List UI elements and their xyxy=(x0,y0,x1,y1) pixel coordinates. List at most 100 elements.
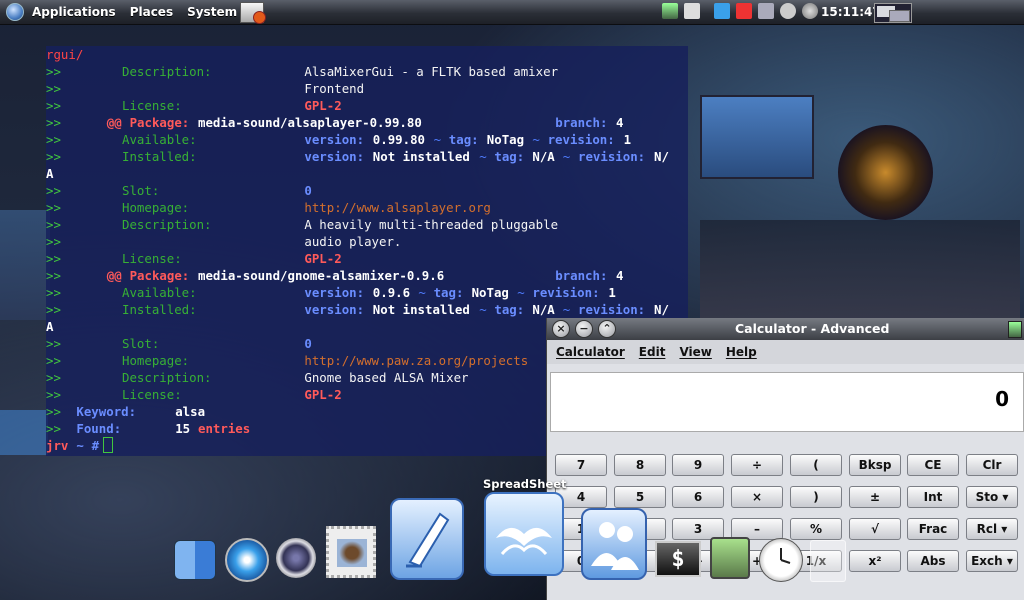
terminal-path: rgui/ xyxy=(46,47,84,62)
calc-key[interactable]: Abs xyxy=(907,550,959,572)
calc-key[interactable]: CE xyxy=(907,454,959,476)
calc-key[interactable]: 7 xyxy=(555,454,607,476)
calc-key[interactable]: Rcl ▾ xyxy=(966,518,1018,540)
menu-places[interactable]: Places xyxy=(130,5,173,19)
terminal-text: >> xyxy=(46,183,61,198)
menu-help[interactable]: Help xyxy=(726,345,757,359)
terminal-text: 15 xyxy=(175,421,191,436)
terminal-text: >> xyxy=(46,251,61,266)
terminal-cursor[interactable] xyxy=(103,437,114,453)
trash-icon[interactable] xyxy=(810,540,846,582)
terminal-line: >> License: GPL-2 xyxy=(46,97,688,114)
calc-key[interactable]: ( xyxy=(790,454,842,476)
terminal-text: revision: xyxy=(547,132,615,147)
calc-key[interactable]: Clr xyxy=(966,454,1018,476)
calc-key[interactable]: 6 xyxy=(672,486,724,508)
maximize-icon[interactable]: ⌃ xyxy=(598,320,616,338)
calc-key[interactable]: Sto ▾ xyxy=(966,486,1018,508)
menu-system[interactable]: System xyxy=(187,5,237,19)
terminal-text: Found: xyxy=(76,421,122,436)
calculator-display[interactable]: 0 xyxy=(550,372,1024,432)
terminal-text: alsa xyxy=(175,404,206,419)
terminal-text: >> xyxy=(46,285,61,300)
terminal-line: >> Frontend xyxy=(46,80,688,97)
calc-key[interactable]: x² xyxy=(849,550,901,572)
minimize-icon[interactable]: − xyxy=(575,320,593,338)
menu-applications[interactable]: Applications xyxy=(32,5,116,19)
workspace-switcher[interactable] xyxy=(874,3,912,23)
menu-calculator[interactable]: Calculator xyxy=(556,345,625,359)
screenshot-launcher-icon[interactable] xyxy=(240,2,266,24)
safari-icon[interactable] xyxy=(225,538,269,582)
mail-stamp-icon[interactable] xyxy=(326,526,376,578)
finder-icon[interactable] xyxy=(174,540,216,580)
writer-icon[interactable] xyxy=(390,498,464,580)
terminal-text: tag: xyxy=(448,132,479,147)
terminal-text: A xyxy=(46,166,54,181)
calc-key[interactable]: ÷ xyxy=(731,454,783,476)
calc-key[interactable]: Bksp xyxy=(849,454,901,476)
terminal-text: ~ xyxy=(433,132,442,147)
terminal-line: >> License: GPL-2 xyxy=(46,250,688,267)
menu-edit[interactable]: Edit xyxy=(639,345,666,359)
terminal-line: A xyxy=(46,165,688,182)
terminal-line: >> Slot: 0 xyxy=(46,182,688,199)
contacts-icon[interactable] xyxy=(581,508,647,580)
calc-key[interactable]: 5 xyxy=(614,486,666,508)
terminal-text: revision: xyxy=(532,285,600,300)
calculator-titlebar[interactable]: × − ⌃ Calculator - Advanced xyxy=(547,318,1024,340)
distro-logo-icon[interactable] xyxy=(6,3,24,21)
terminal-text: ~ xyxy=(532,132,540,147)
terminal-text: @@ xyxy=(106,115,122,130)
calculator-menubar: Calculator Edit View Help xyxy=(547,340,1024,364)
terminal-line: >> Available: version: 0.99.80 ~ tag: NoTag ~ re… xyxy=(46,131,688,148)
terminal-text: >> xyxy=(46,200,61,215)
terminal-text: Description: xyxy=(122,217,212,232)
calc-key[interactable]: Exch ▾ xyxy=(966,550,1018,572)
updates-tray-icon[interactable] xyxy=(714,3,730,19)
terminal-text: Keyword: xyxy=(76,404,137,419)
power-tray-icon[interactable] xyxy=(736,3,752,19)
terminal-text: Not installed xyxy=(372,149,470,164)
calc-key[interactable]: 9 xyxy=(672,454,724,476)
homepage-link: http://www.alsaplayer.org xyxy=(304,200,491,215)
clock-icon[interactable] xyxy=(759,538,803,582)
close-icon[interactable]: × xyxy=(552,320,570,338)
terminal-text: License: xyxy=(122,387,182,402)
terminal-text: >> xyxy=(46,421,61,436)
volume-icon[interactable] xyxy=(802,3,818,19)
terminal-text: 4 xyxy=(616,268,624,283)
keyboard-tray-icon[interactable] xyxy=(684,3,700,19)
terminal-text: @@ xyxy=(106,268,122,283)
terminal-text: version: xyxy=(304,149,365,164)
network-tray-icon[interactable] xyxy=(758,3,774,19)
terminal-text: Description: xyxy=(122,64,212,79)
calc-key[interactable]: ± xyxy=(849,486,901,508)
calculator-dock-icon[interactable] xyxy=(710,537,750,579)
terminal-line: >> Installed: version: Not installed ~ tag: N/… xyxy=(46,148,688,165)
calc-key[interactable]: % xyxy=(790,518,842,540)
calc-key[interactable]: Int xyxy=(907,486,959,508)
spreadsheet-icon[interactable] xyxy=(484,492,564,576)
calc-key[interactable]: 8 xyxy=(614,454,666,476)
terminal-text: revision: xyxy=(578,149,646,164)
terminal-text: License: xyxy=(122,98,182,113)
top-panel: Applications Places System 15:11:47 xyxy=(0,0,1024,25)
time-machine-icon[interactable] xyxy=(276,538,316,578)
terminal-text: >> xyxy=(46,115,61,130)
printer-tray-icon[interactable] xyxy=(780,3,796,19)
calculator-tray-icon[interactable] xyxy=(662,3,678,19)
terminal-line: >> audio player. xyxy=(46,233,688,250)
panel-clock[interactable]: 15:11:47 xyxy=(821,5,881,19)
menu-view[interactable]: View xyxy=(679,345,711,359)
calc-key[interactable]: √ xyxy=(849,518,901,540)
calc-key[interactable]: × xyxy=(731,486,783,508)
terminal-icon[interactable]: $ xyxy=(655,541,701,577)
calc-key[interactable]: ) xyxy=(790,486,842,508)
terminal-line: >> Installed: version: Not installed ~ tag: N/… xyxy=(46,301,688,318)
terminal-text: Installed: xyxy=(122,149,197,164)
terminal-text: >> xyxy=(46,132,61,147)
terminal-text: >> xyxy=(46,404,61,419)
terminal-text: NoTag xyxy=(486,132,525,147)
calc-key[interactable]: Frac xyxy=(907,518,959,540)
